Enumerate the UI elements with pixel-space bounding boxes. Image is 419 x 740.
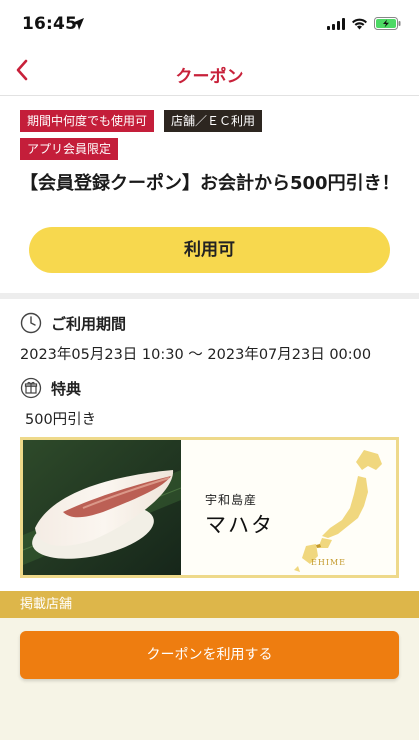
period-value: 2023年05月23日 10:30 〜 2023年07月23日 00:00	[20, 347, 372, 363]
location-arrow-icon	[71, 16, 85, 35]
status-bar: 16:45	[0, 0, 419, 48]
banner-region: EHIME	[311, 558, 347, 567]
benefit-label: 特典	[51, 379, 82, 398]
banner-info: 宇和島産 マハタ EHIME	[181, 440, 396, 575]
gift-icon	[20, 377, 42, 399]
period-heading: ご利用期間	[20, 312, 126, 334]
status-icons	[327, 14, 401, 34]
benefit-heading: 特典	[20, 377, 81, 399]
signal-icon	[327, 15, 345, 34]
japan-map-illustration	[294, 450, 382, 572]
coupon-status-badge[interactable]: 利用可	[29, 227, 390, 273]
section-divider	[0, 293, 419, 299]
tag-members-only: アプリ会員限定	[20, 138, 119, 160]
banner-fish-name: マハタ	[205, 513, 274, 537]
banner-origin: 宇和島産	[205, 493, 258, 507]
period-label: ご利用期間	[51, 314, 127, 333]
stores-section-header[interactable]: 掲載店舗	[0, 591, 419, 618]
use-coupon-button[interactable]: クーポンを利用する	[20, 631, 399, 679]
coupon-title: 【会員登録クーポン】お会計から500円引き！	[20, 173, 400, 194]
sushi-photo	[23, 440, 181, 575]
tag-store-ec: 店舗／ＥＣ利用	[164, 110, 263, 132]
navigation-bar: クーポン	[0, 48, 419, 96]
battery-charging-icon	[374, 15, 401, 34]
status-time: 16:45	[22, 14, 78, 34]
tag-reusable: 期間中何度でも使用可	[20, 110, 155, 132]
clock-icon	[20, 312, 42, 334]
benefit-value: 500円引き	[25, 412, 97, 428]
coupon-banner: 宇和島産 マハタ EHIME	[20, 437, 399, 578]
wifi-icon	[351, 15, 368, 34]
page-title: クーポン	[175, 67, 244, 87]
